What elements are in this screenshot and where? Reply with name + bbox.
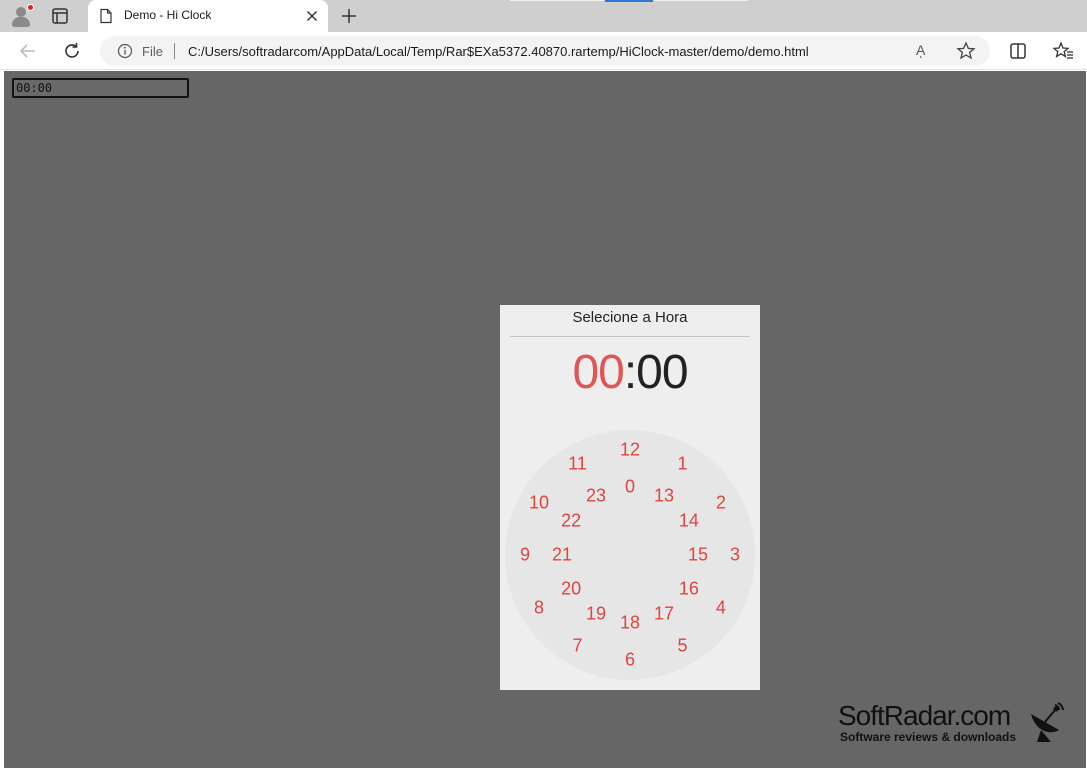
hour-20[interactable]: 20 bbox=[561, 579, 581, 600]
tab-title: Demo - Hi Clock bbox=[124, 8, 212, 22]
address-separator bbox=[174, 43, 175, 59]
hour-17[interactable]: 17 bbox=[654, 603, 674, 624]
hour-7[interactable]: 7 bbox=[572, 635, 582, 656]
clock-dial[interactable]: 12 1 2 3 4 5 6 7 8 9 10 11 0 13 14 15 16… bbox=[505, 430, 755, 680]
hour-9[interactable]: 9 bbox=[520, 545, 530, 566]
address-scheme: File bbox=[142, 44, 163, 59]
hour-8[interactable]: 8 bbox=[534, 597, 544, 618]
hour-13[interactable]: 13 bbox=[654, 486, 674, 507]
time-separator: : bbox=[623, 346, 637, 399]
address-url[interactable]: C:/Users/softradarcom/AppData/Local/Temp… bbox=[188, 44, 809, 59]
softradar-watermark: SoftRadar.com Software reviews & downloa… bbox=[835, 700, 1075, 750]
hour-11[interactable]: 11 bbox=[568, 454, 587, 475]
hour-picker-dialog: Selecione a Hora 00:00 12 1 2 3 4 5 6 7 … bbox=[500, 305, 760, 690]
tab-actions-icon[interactable] bbox=[50, 6, 70, 26]
favorites-icon[interactable] bbox=[1052, 41, 1074, 61]
close-tab-icon[interactable] bbox=[303, 7, 321, 25]
hour-10[interactable]: 10 bbox=[529, 492, 549, 513]
hours-display[interactable]: 00 bbox=[572, 346, 624, 399]
time-display: 00:00 bbox=[500, 345, 760, 400]
hour-2[interactable]: 2 bbox=[716, 492, 726, 513]
hour-21[interactable]: 21 bbox=[552, 545, 572, 566]
hour-4[interactable]: 4 bbox=[716, 597, 726, 618]
page-icon bbox=[100, 8, 112, 24]
back-icon[interactable] bbox=[17, 40, 39, 62]
address-bar[interactable]: File C:/Users/softradarcom/AppData/Local… bbox=[100, 36, 990, 66]
site-info-icon[interactable] bbox=[117, 43, 133, 59]
hour-3[interactable]: 3 bbox=[730, 545, 740, 566]
tab-bar: Demo - Hi Clock bbox=[0, 0, 1087, 32]
hour-12[interactable]: 12 bbox=[620, 440, 640, 461]
watermark-brand: SoftRadar.com bbox=[838, 700, 1011, 731]
hour-6[interactable]: 6 bbox=[625, 650, 635, 671]
profile-avatar-icon[interactable] bbox=[9, 4, 34, 28]
tab-demo-hi-clock[interactable]: Demo - Hi Clock bbox=[88, 0, 328, 32]
split-screen-icon[interactable] bbox=[1008, 41, 1028, 61]
watermark-tagline: Software reviews & downloads bbox=[840, 730, 1017, 744]
tab-strip-indicator-active bbox=[605, 0, 653, 2]
hour-1[interactable]: 1 bbox=[677, 454, 687, 475]
hour-22[interactable]: 22 bbox=[561, 511, 581, 532]
hour-19[interactable]: 19 bbox=[586, 603, 606, 624]
refresh-icon[interactable] bbox=[61, 40, 83, 62]
new-tab-icon[interactable] bbox=[338, 5, 360, 27]
tab-strip-indicator bbox=[510, 0, 604, 1]
hour-14[interactable]: 14 bbox=[679, 511, 699, 532]
read-aloud-icon[interactable]: Aͅ bbox=[916, 42, 925, 58]
time-input[interactable]: 00:00 bbox=[12, 78, 189, 98]
navigation-bar: File C:/Users/softradarcom/AppData/Local… bbox=[0, 32, 1087, 70]
minutes-display[interactable]: 00 bbox=[636, 346, 688, 399]
hour-23[interactable]: 23 bbox=[586, 486, 606, 507]
satellite-dish-icon bbox=[1031, 702, 1064, 742]
hour-5[interactable]: 5 bbox=[677, 635, 687, 656]
hour-16[interactable]: 16 bbox=[679, 579, 699, 600]
tab-strip-indicator bbox=[654, 0, 748, 1]
add-favorite-star-icon[interactable] bbox=[956, 41, 976, 61]
picker-divider bbox=[510, 336, 750, 337]
hour-18[interactable]: 18 bbox=[620, 613, 640, 634]
picker-heading: Selecione a Hora bbox=[572, 309, 688, 326]
page-viewport: 00:00 Selecione a Hora 00:00 12 1 2 3 4 … bbox=[4, 71, 1086, 768]
hour-15[interactable]: 15 bbox=[688, 545, 708, 566]
notification-dot bbox=[27, 4, 34, 11]
hour-0[interactable]: 0 bbox=[625, 477, 635, 498]
